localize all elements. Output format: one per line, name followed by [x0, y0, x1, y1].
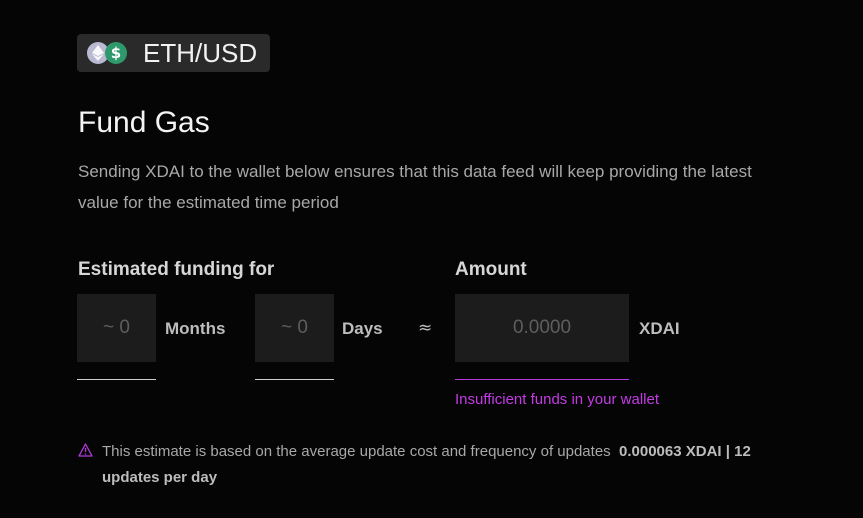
page-title: Fund Gas — [78, 106, 210, 139]
months-unit-label: Months — [165, 319, 226, 338]
amount-input[interactable] — [455, 294, 629, 362]
days-unit-label: Days — [342, 319, 383, 338]
pair-badge: $ ETH/USD — [77, 34, 270, 72]
months-underline — [77, 379, 156, 380]
months-input[interactable] — [77, 294, 156, 362]
insufficient-funds-error: Insufficient funds in your wallet — [455, 391, 660, 408]
warning-icon — [78, 443, 93, 457]
funding-label: Estimated funding for — [78, 259, 275, 280]
amount-underline-error — [455, 379, 629, 380]
fund-gas-page: $ ETH/USD Fund Gas Sending XDAI to the w… — [0, 0, 863, 518]
months-field-box — [77, 294, 156, 362]
days-input[interactable] — [255, 294, 334, 362]
amount-unit-label: XDAI — [639, 319, 680, 338]
approx-symbol: ≈ — [418, 318, 433, 338]
estimate-note-description: This estimate is based on the average up… — [102, 443, 611, 460]
page-description: Sending XDAI to the wallet below ensures… — [78, 162, 752, 212]
days-underline — [255, 379, 334, 380]
estimate-note: This estimate is based on the average up… — [78, 439, 768, 491]
pair-label: ETH/USD — [143, 38, 258, 68]
pair-icons: $ — [87, 42, 127, 64]
dollar-icon: $ — [105, 42, 127, 64]
estimate-note-text: This estimate is based on the average up… — [102, 439, 768, 491]
amount-label: Amount — [455, 259, 527, 280]
amount-field-box — [455, 294, 629, 362]
days-field-box — [255, 294, 334, 362]
